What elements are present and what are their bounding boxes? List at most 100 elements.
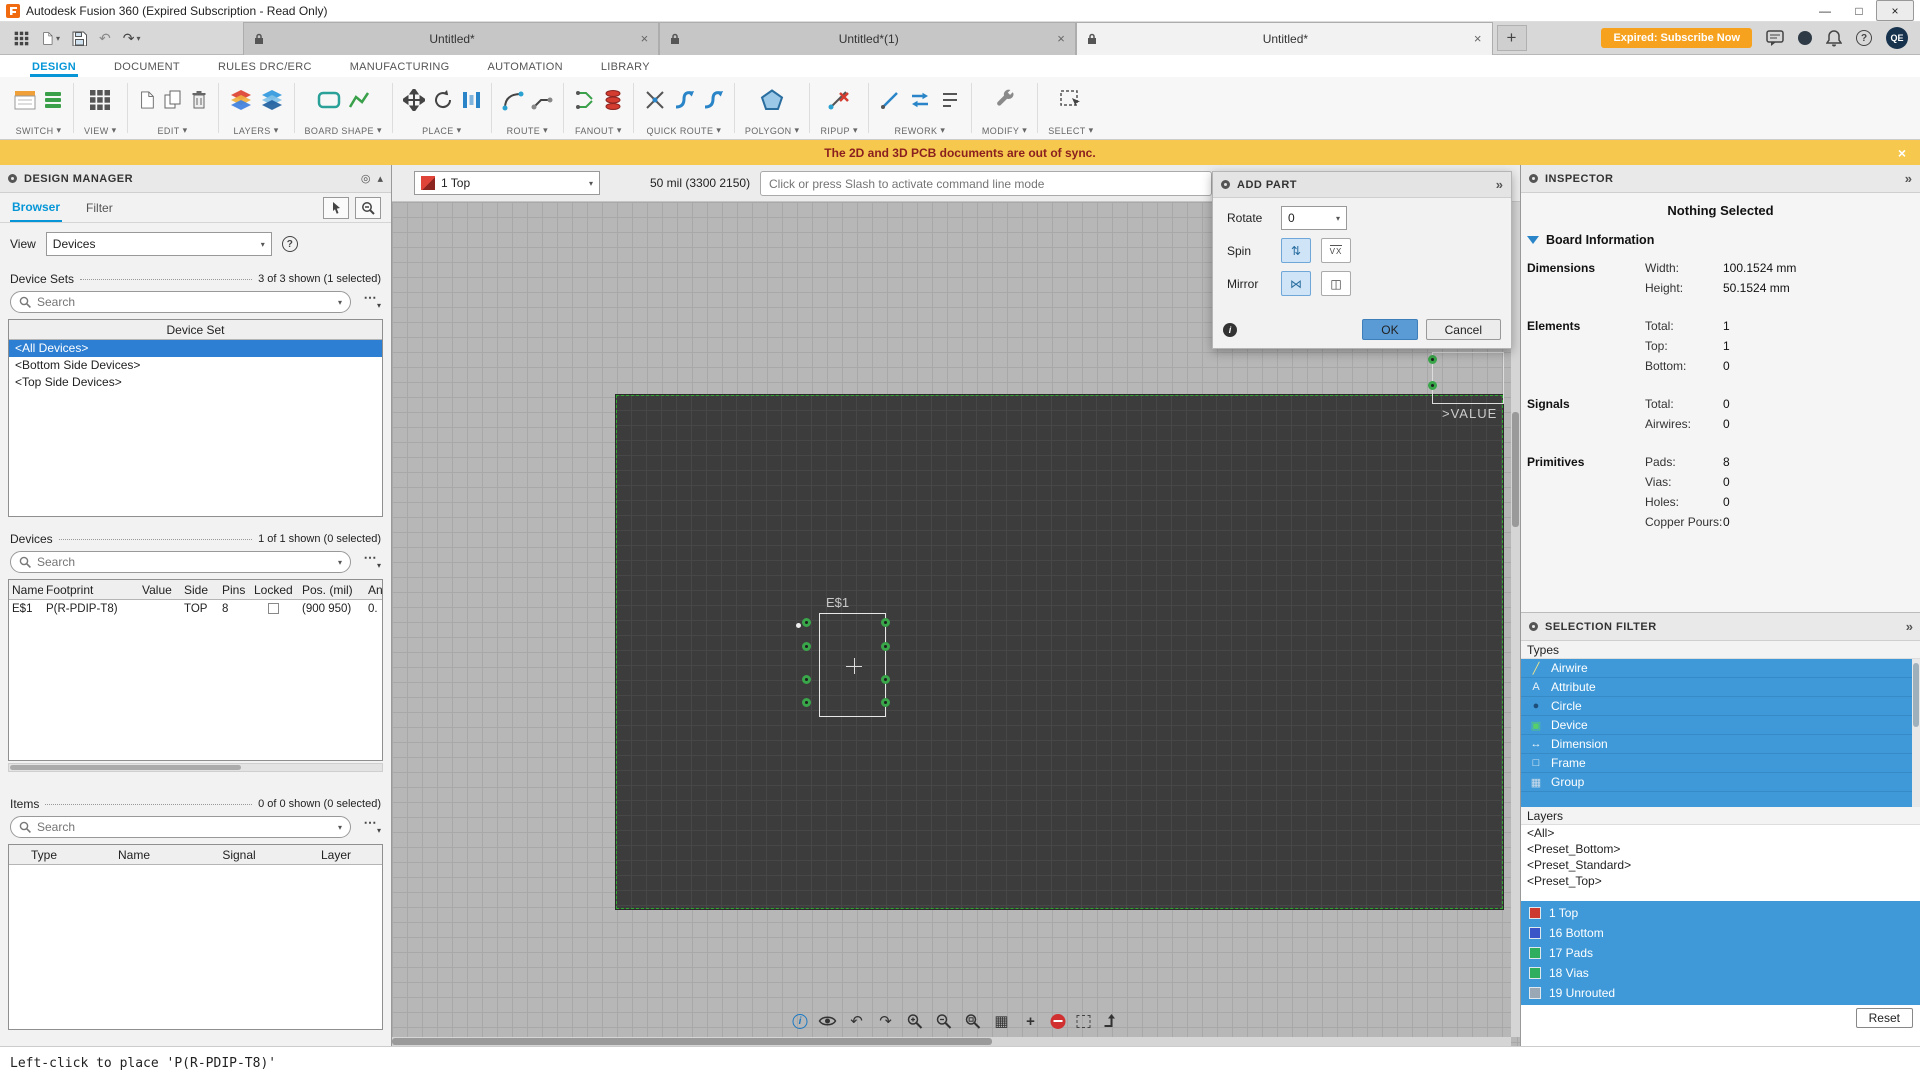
- expand-panel-icon[interactable]: »: [1496, 177, 1503, 192]
- column-header[interactable]: Layer: [289, 845, 383, 865]
- zoom-in-icon[interactable]: [906, 1012, 924, 1030]
- items-search-input[interactable]: [37, 820, 332, 834]
- expand-panel-icon[interactable]: »: [1906, 619, 1913, 634]
- menu-library[interactable]: LIBRARY: [599, 58, 652, 77]
- layer-row[interactable]: 19 Unrouted: [1521, 983, 1920, 1003]
- device-set-row[interactable]: <All Devices>: [9, 340, 382, 357]
- toolbar-group-view[interactable]: VIEW▾: [76, 77, 125, 139]
- canvas-vertical-scrollbar[interactable]: [1511, 202, 1520, 1037]
- devices-more-button[interactable]: ⋯▾: [359, 554, 381, 570]
- reset-button[interactable]: Reset: [1856, 1008, 1913, 1028]
- devices-table-hscrollbar[interactable]: [8, 763, 383, 772]
- spin-off-toggle[interactable]: VX: [1321, 238, 1351, 263]
- canvas-horizontal-scrollbar[interactable]: [392, 1037, 1511, 1046]
- scrollbar-thumb[interactable]: [10, 765, 241, 770]
- wrench-icon[interactable]: [994, 89, 1016, 111]
- device-set-row[interactable]: <Bottom Side Devices>: [9, 357, 382, 374]
- switch-window-icon[interactable]: [14, 90, 36, 110]
- undo-icon[interactable]: ↶: [99, 30, 111, 47]
- add-icon[interactable]: +: [1022, 1012, 1040, 1030]
- view-dropdown[interactable]: Devices ▾: [46, 232, 272, 256]
- device-row[interactable]: E$1 P(R-PDIP-T8) TOP 8 (900 950) 0.: [9, 600, 383, 618]
- locked-checkbox[interactable]: [268, 603, 279, 614]
- grid-settings-icon[interactable]: ▦: [993, 1012, 1011, 1030]
- scrollbar-thumb[interactable]: [392, 1038, 992, 1045]
- type-filter-row[interactable]: ▦ Group: [1521, 773, 1920, 792]
- mirror-on-toggle[interactable]: ⋈: [1281, 271, 1311, 296]
- tab-browser[interactable]: Browser: [10, 194, 62, 222]
- maximize-button[interactable]: □: [1842, 0, 1876, 21]
- document-tab-1[interactable]: Untitled* ×: [243, 22, 660, 55]
- layer-row[interactable]: 18 Vias: [1521, 963, 1920, 983]
- toolbar-group-fanout[interactable]: FANOUT▾: [566, 77, 631, 139]
- minimize-button[interactable]: —: [1808, 0, 1842, 21]
- polyline-icon[interactable]: [348, 89, 370, 111]
- toolbar-group-polygon[interactable]: POLYGON▾: [737, 77, 808, 139]
- layer-stack-icon[interactable]: [229, 89, 253, 111]
- menu-manufacturing[interactable]: MANUFACTURING: [348, 58, 452, 77]
- route-angle-icon[interactable]: [531, 89, 553, 111]
- collapse-panel-icon[interactable]: ▴: [377, 172, 383, 185]
- close-tab-icon[interactable]: ×: [641, 31, 649, 46]
- rework-swap-icon[interactable]: [908, 89, 932, 111]
- layer-row[interactable]: 1 Top: [1521, 903, 1920, 923]
- crossing-traces-icon[interactable]: [644, 89, 666, 111]
- panel-options-icon[interactable]: ◎: [361, 172, 371, 185]
- toolbar-group-ripup[interactable]: RIPUP▾: [812, 77, 865, 139]
- board-information-row[interactable]: Board Information: [1521, 228, 1920, 252]
- save-icon[interactable]: [72, 31, 87, 46]
- scrollbar-thumb[interactable]: [1913, 663, 1919, 727]
- zoom-out-icon[interactable]: [935, 1012, 953, 1030]
- comments-icon[interactable]: [1766, 30, 1784, 47]
- notifications-bell-icon[interactable]: [1826, 30, 1842, 47]
- column-header[interactable]: Name: [79, 845, 189, 865]
- column-header[interactable]: Pins: [219, 580, 251, 600]
- layer-preset-row[interactable]: <Preset_Top>: [1521, 873, 1920, 889]
- layer-stack-settings-icon[interactable]: [260, 89, 284, 111]
- rework-line-icon[interactable]: [879, 89, 901, 111]
- column-header[interactable]: Footprint: [43, 580, 139, 600]
- undo-icon[interactable]: ↶: [848, 1012, 866, 1030]
- rotate-icon[interactable]: [432, 89, 454, 111]
- rework-lines-icon[interactable]: [939, 89, 961, 111]
- column-header[interactable]: Value: [139, 580, 181, 600]
- column-header[interactable]: Signal: [189, 845, 289, 865]
- active-layer-dropdown[interactable]: 1 Top ▾: [414, 171, 600, 195]
- toolbar-group-layers[interactable]: LAYERS▾: [221, 77, 292, 139]
- command-line-input[interactable]: [760, 171, 1212, 196]
- rotate-dropdown[interactable]: 0 ▾: [1281, 206, 1347, 230]
- polygon-icon[interactable]: [760, 89, 784, 111]
- column-header[interactable]: Type: [9, 845, 79, 865]
- subscribe-badge[interactable]: Expired: Subscribe Now: [1601, 28, 1752, 48]
- view-help-icon[interactable]: ?: [282, 236, 298, 252]
- window-select-icon[interactable]: [1077, 1015, 1091, 1028]
- mirror-off-toggle[interactable]: ◫: [1321, 271, 1351, 296]
- type-filter-row[interactable]: □ Frame: [1521, 754, 1920, 773]
- type-filter-row[interactable]: ▣ Device: [1521, 716, 1920, 735]
- type-filter-row[interactable]: [1521, 792, 1920, 807]
- redo-icon[interactable]: ↷: [877, 1012, 895, 1030]
- app-grid-menu-icon[interactable]: [14, 31, 29, 46]
- partial-part-outline[interactable]: [1432, 352, 1504, 404]
- layer-row[interactable]: 17 Pads: [1521, 943, 1920, 963]
- toolbar-group-modify[interactable]: MODIFY▾: [974, 77, 1035, 139]
- toolbar-group-route[interactable]: ROUTE▾: [494, 77, 561, 139]
- layer-preset-row[interactable]: <Preset_Bottom>: [1521, 841, 1920, 857]
- visibility-eye-icon[interactable]: [819, 1012, 837, 1030]
- column-header[interactable]: Side: [181, 580, 219, 600]
- items-search[interactable]: ▾: [10, 816, 351, 838]
- switch-stack-icon[interactable]: [43, 90, 63, 110]
- pcb-board[interactable]: E$1: [615, 394, 1504, 910]
- toolbar-group-rework[interactable]: REWORK▾: [871, 77, 969, 139]
- select-cursor-button[interactable]: [323, 197, 349, 219]
- items-more-button[interactable]: ⋯▾: [359, 819, 381, 835]
- toolbar-group-select[interactable]: SELECT▾: [1040, 77, 1101, 139]
- close-banner-icon[interactable]: ×: [1898, 145, 1906, 161]
- dialog-info-icon[interactable]: i: [1223, 323, 1237, 337]
- toolbar-group-board-shape[interactable]: BOARD SHAPE▾: [297, 77, 390, 139]
- go-to-signal-icon[interactable]: [1102, 1012, 1120, 1030]
- toolbar-group-switch[interactable]: SWITCH▾: [6, 77, 71, 139]
- copy-icon[interactable]: [163, 89, 183, 111]
- close-tab-icon[interactable]: ×: [1057, 31, 1065, 46]
- column-header[interactable]: Name: [9, 580, 43, 600]
